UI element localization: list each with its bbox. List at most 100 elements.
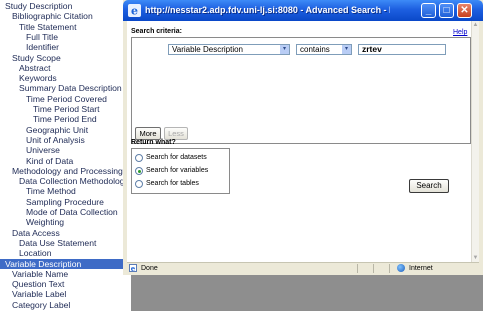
window-title: http://nesstar2.adp.fdv.uni-lj.si:8080 -… <box>145 5 390 15</box>
maximize-button[interactable]: □ <box>439 3 454 18</box>
close-button[interactable]: ✕ <box>457 3 472 18</box>
tree-item[interactable]: Summary Data Description <box>0 83 131 93</box>
tree-item-label: Kind of Data <box>26 155 74 166</box>
tree-item-label: Study Scope <box>12 52 61 63</box>
return-options-group: Search for datasets Search for variables… <box>131 148 230 194</box>
radio-button[interactable] <box>135 167 143 175</box>
help-link[interactable]: Help <box>453 29 467 36</box>
tree-item-label: Variable Label <box>12 289 67 300</box>
tree-item[interactable]: Variable Description <box>0 258 131 269</box>
status-bar: e Done Internet <box>127 262 479 274</box>
tree-item[interactable]: Methodology and Processing <box>0 166 131 176</box>
tree-item-label: Abstract <box>19 62 51 73</box>
operator-select-value: contains <box>300 45 330 54</box>
tree-item[interactable]: Data Use Statement <box>0 238 131 248</box>
tree-item[interactable]: Full Title <box>0 32 131 42</box>
tree-item-label: Universe <box>26 145 60 156</box>
tree-item[interactable]: Variable Name <box>0 269 131 279</box>
tree-item-label: Time Method <box>26 186 76 197</box>
tree-item[interactable]: Geographic Unit <box>0 125 131 135</box>
svg-text:e: e <box>131 264 136 272</box>
scroll-up-icon[interactable]: ▲ <box>472 21 479 29</box>
tree-item-label: Variable Description <box>5 258 82 269</box>
tree-item-label: Time Period Covered <box>26 93 107 104</box>
search-term-value: zrtev <box>362 44 382 54</box>
tree-item[interactable]: Study Description <box>0 1 131 11</box>
tree-item-label: Location <box>19 248 52 259</box>
status-divider <box>357 264 358 273</box>
tree-item[interactable]: Question Text <box>0 279 131 289</box>
security-zone-label: Internet <box>409 265 433 272</box>
field-select[interactable]: Variable Description ▾ <box>168 44 290 55</box>
title-bar[interactable]: e http://nesstar2.adp.fdv.uni-lj.si:8080… <box>123 0 483 21</box>
internet-explorer-icon: e <box>128 4 141 17</box>
tree-item[interactable]: Variable Label <box>0 289 131 299</box>
status-divider <box>373 264 374 273</box>
tree-item-label: Data Use Statement <box>19 237 97 248</box>
tree-item[interactable]: Kind of Data <box>0 156 131 166</box>
tree-item-label: Geographic Unit <box>26 124 89 135</box>
tree-item-label: Mode of Data Collection <box>26 207 118 217</box>
status-divider <box>389 264 390 273</box>
search-term-input[interactable]: zrtev <box>358 44 446 55</box>
tree-item[interactable]: Time Method <box>0 186 131 196</box>
tree-item[interactable]: Time Period End <box>0 114 131 124</box>
return-what-label: Return what? <box>131 139 176 146</box>
tree-item[interactable]: Universe <box>0 145 131 155</box>
tree-item-label: Sampling Procedure <box>26 196 104 207</box>
page-done-icon: e <box>129 264 137 272</box>
advanced-search-window: e http://nesstar2.adp.fdv.uni-lj.si:8080… <box>123 0 483 275</box>
tree-item[interactable]: Time Period Covered <box>0 94 131 104</box>
tree-item[interactable]: Sampling Procedure <box>0 197 131 207</box>
tree-item[interactable]: Category Label <box>0 300 131 310</box>
tree-item[interactable]: Mode of Data Collection <box>0 207 131 217</box>
tree-item-label: Identifier <box>26 42 59 53</box>
chevron-down-icon[interactable]: ▾ <box>342 45 351 54</box>
tree-item-label: Study Description <box>5 1 73 11</box>
tree-item[interactable]: Identifier <box>0 42 131 52</box>
tree-item[interactable]: Location <box>0 248 131 258</box>
internet-zone-icon <box>397 264 405 272</box>
tree-item[interactable]: Unit of Analysis <box>0 135 131 145</box>
minimize-button[interactable]: _ <box>421 3 436 18</box>
tree-item-label: Bibliographic Citation <box>12 11 93 22</box>
tree-item[interactable]: Time Period Start <box>0 104 131 114</box>
tree-item[interactable]: Data Access <box>0 228 131 238</box>
radio-button[interactable] <box>135 154 143 162</box>
tree-item-label: Time Period Start <box>33 104 100 114</box>
option-datasets-label: Search for datasets <box>146 154 207 161</box>
tree-item[interactable]: Study Scope <box>0 53 131 63</box>
tree-item[interactable]: Title Statement <box>0 22 131 32</box>
chevron-down-icon[interactable]: ▾ <box>280 45 289 54</box>
status-text: Done <box>141 265 158 272</box>
tree-item-label: Methodology and Processing <box>12 165 123 176</box>
tree-item-label: Data Collection Methodology <box>19 176 129 187</box>
option-tables-label: Search for tables <box>146 180 199 187</box>
tree-item-label: Keywords <box>19 73 57 84</box>
tree-item-label: Variable Name <box>12 268 69 279</box>
page-background-area <box>131 275 483 311</box>
search-button[interactable]: Search <box>409 179 449 193</box>
option-variables-label: Search for variables <box>146 167 209 174</box>
search-form-area: Search criteria: Help Variable Descripti… <box>127 21 479 262</box>
tree-item[interactable]: Data Collection Methodology <box>0 176 131 186</box>
vertical-scrollbar[interactable]: ▲ ▼ <box>471 21 479 262</box>
scroll-down-icon[interactable]: ▼ <box>472 254 479 262</box>
tree-item-label: Time Period End <box>33 114 97 125</box>
tree-item[interactable]: Weighting <box>0 217 131 227</box>
tree-item-label: Unit of Analysis <box>26 134 85 145</box>
tree-item-label: Category Label <box>12 299 71 310</box>
operator-select[interactable]: contains ▾ <box>296 44 352 55</box>
tree-item-label: Data Access <box>12 227 60 238</box>
field-select-value: Variable Description <box>172 45 243 54</box>
tree-item-label: Title Statement <box>19 21 77 32</box>
svg-text:e: e <box>131 5 138 18</box>
tree-item-label: Summary Data Description <box>19 83 122 94</box>
tree-item[interactable]: Keywords <box>0 73 131 83</box>
radio-button[interactable] <box>135 180 143 188</box>
search-criteria-label: Search criteria: <box>131 28 182 35</box>
tree-item[interactable]: Abstract <box>0 63 131 73</box>
tree-item-label: Weighting <box>26 217 65 228</box>
tree-item[interactable]: Bibliographic Citation <box>0 11 131 21</box>
tree-item-label: Question Text <box>12 279 65 290</box>
